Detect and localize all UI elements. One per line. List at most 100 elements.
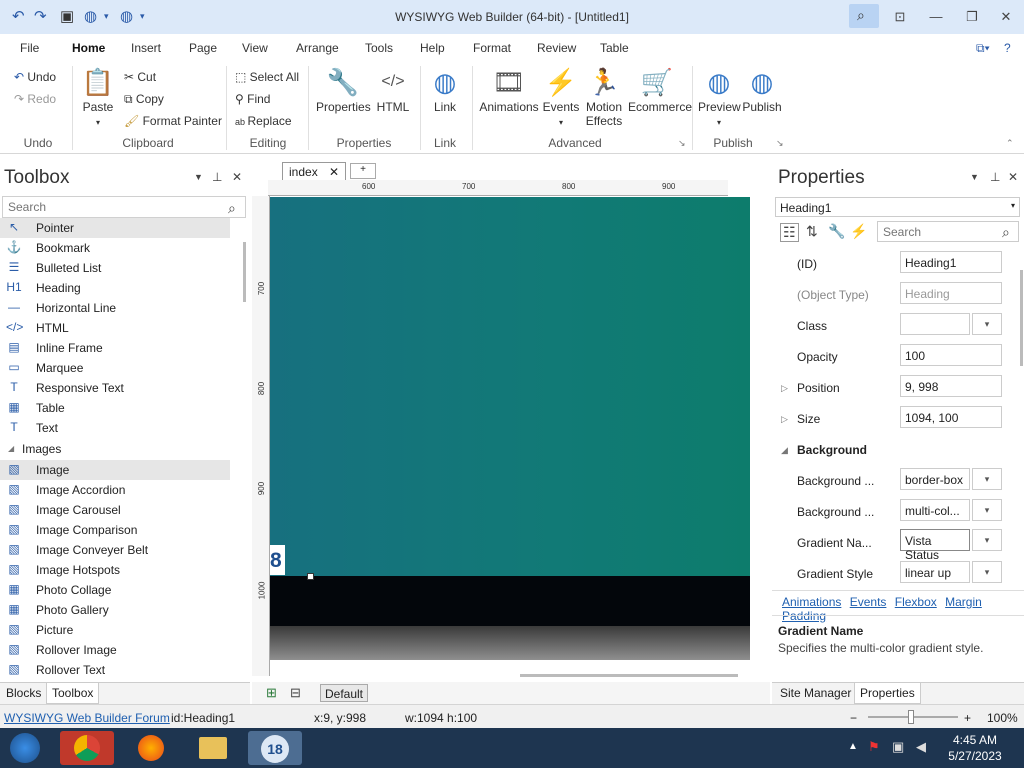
firefox-taskbar-button[interactable] xyxy=(124,731,178,765)
toolbox-item[interactable]: ▧ Rollover Image xyxy=(0,640,230,660)
toolbox-item[interactable]: </> HTML xyxy=(0,318,230,338)
format-painter-button[interactable]: 🖌 Format Painter xyxy=(124,114,222,128)
tab-index[interactable]: index ✕ xyxy=(282,162,346,180)
default-breakpoint-button[interactable]: Default xyxy=(320,684,368,702)
properties-scrollbar[interactable] xyxy=(1020,270,1023,366)
menu-tools[interactable]: Tools xyxy=(365,41,393,55)
breakpoint-settings-icon[interactable]: ⊟ xyxy=(290,685,301,701)
pin-icon[interactable]: ⊥ xyxy=(990,170,1000,184)
prop-class-field[interactable] xyxy=(900,313,970,335)
close-icon[interactable]: ✕ xyxy=(232,170,242,184)
chevron-down-icon[interactable]: ▼ xyxy=(970,172,979,182)
html-button[interactable]: </> HTML xyxy=(376,66,410,114)
maximize-button[interactable]: ❐ xyxy=(962,9,982,25)
add-page-button[interactable]: + xyxy=(350,163,376,179)
pin-icon[interactable]: ⊥ xyxy=(212,170,222,184)
add-breakpoint-icon[interactable]: ⊞ xyxy=(266,685,277,701)
collapse-images-icon[interactable]: ◢ xyxy=(8,444,14,453)
toolbox-item[interactable]: T Text xyxy=(0,418,230,438)
events-button[interactable]: ⚡ Events ▾ xyxy=(542,66,580,128)
close-icon[interactable]: ✕ xyxy=(329,165,339,179)
menu-format[interactable]: Format xyxy=(473,41,511,55)
prop-background-type-field[interactable]: multi-col... xyxy=(900,499,970,521)
menu-page[interactable]: Page xyxy=(189,41,217,55)
toolbox-item[interactable]: ▦ Photo Gallery xyxy=(0,600,230,620)
page-canvas[interactable]: 8 xyxy=(270,197,750,660)
wrench-icon[interactable]: 🔧 xyxy=(828,223,845,240)
toolbox-item[interactable]: — Horizontal Line xyxy=(0,298,230,318)
start-button[interactable] xyxy=(2,731,48,765)
zoom-out-button[interactable]: − xyxy=(850,711,857,725)
menu-table[interactable]: Table xyxy=(600,41,629,55)
menu-view[interactable]: View xyxy=(242,41,268,55)
toolbox-item[interactable]: ▧ Image Accordion xyxy=(0,480,230,500)
properties-search-input[interactable] xyxy=(877,221,1019,242)
heading1-element[interactable] xyxy=(270,576,750,626)
toolbox-item[interactable]: T Responsive Text xyxy=(0,378,230,398)
close-icon[interactable]: ✕ xyxy=(1008,170,1018,184)
explorer-taskbar-button[interactable] xyxy=(186,731,240,765)
select-all-button[interactable]: ⬚ Select All xyxy=(235,70,299,84)
network-icon[interactable]: ⚑ xyxy=(868,739,880,755)
toolbox-item[interactable]: ⚓ Bookmark xyxy=(0,238,230,258)
lightning-icon[interactable]: ⚡ xyxy=(850,223,867,240)
animations-button[interactable]: 🎞 Animations xyxy=(478,66,540,114)
dialog-launcher-icon[interactable]: ↘ xyxy=(776,138,784,149)
menu-insert[interactable]: Insert xyxy=(131,41,161,55)
webbuilder-taskbar-button[interactable]: 18 xyxy=(248,731,302,765)
link-animations[interactable]: Animations xyxy=(782,595,841,609)
expand-position-icon[interactable]: ▷ xyxy=(781,383,788,394)
tray-expand-icon[interactable]: ▲ xyxy=(848,741,858,752)
prop-position-field[interactable]: 9, 998 xyxy=(900,375,1002,397)
link-events[interactable]: Events xyxy=(850,595,887,609)
layout-icon[interactable]: ⧉▾ xyxy=(976,41,990,56)
help-icon[interactable]: ? xyxy=(1004,41,1011,55)
close-button[interactable]: ✕ xyxy=(996,9,1016,25)
chrome-taskbar-button[interactable] xyxy=(60,731,114,765)
toolbox-item[interactable]: ▧ Picture xyxy=(0,620,230,640)
collapse-ribbon-icon[interactable]: ⌃ xyxy=(1006,138,1014,149)
tab-site-manager[interactable]: Site Manager xyxy=(780,686,851,700)
toolbox-item[interactable]: ▧ Image Hotspots xyxy=(0,560,230,580)
volume-icon[interactable]: ◀ xyxy=(916,739,926,755)
zoom-slider-thumb[interactable] xyxy=(908,710,914,724)
tab-blocks[interactable]: Blocks xyxy=(6,686,41,700)
redo-button[interactable]: ↷ Redo xyxy=(14,92,56,106)
system-clock[interactable]: 4:45 AM 5/27/2023 xyxy=(940,732,1010,764)
cut-button[interactable]: ✂ Cut xyxy=(124,70,156,84)
tab-properties[interactable]: Properties xyxy=(854,683,921,704)
menu-home[interactable]: Home xyxy=(72,41,105,55)
toolbox-item[interactable]: ↖ Pointer xyxy=(0,218,230,238)
action-center-icon[interactable]: ▣ xyxy=(892,739,904,755)
menu-arrange[interactable]: Arrange xyxy=(296,41,339,55)
zoom-in-button[interactable]: + xyxy=(964,711,971,725)
properties-button[interactable]: 🔧 Properties xyxy=(316,66,371,114)
publish-button[interactable]: ◍ Publish xyxy=(740,66,784,114)
paste-button[interactable]: 📋 Paste ▾ xyxy=(80,66,116,128)
dialog-launcher-icon[interactable]: ↘ xyxy=(678,138,686,149)
toolbox-search-input[interactable] xyxy=(2,196,246,218)
toolbox-item[interactable]: ▧ Image xyxy=(0,460,230,480)
search-button[interactable]: ⌕ xyxy=(849,4,879,28)
collapse-background-icon[interactable]: ◢ xyxy=(781,445,788,456)
prop-size-field[interactable]: 1094, 100 xyxy=(900,406,1002,428)
link-margin[interactable]: Margin xyxy=(945,595,982,609)
chevron-down-icon[interactable]: ▼ xyxy=(194,172,203,182)
toolbox-item[interactable]: H1 Heading xyxy=(0,278,230,298)
toolbox-item[interactable]: ▧ Image Comparison xyxy=(0,520,230,540)
toolbox-item[interactable]: ☰ Bulleted List xyxy=(0,258,230,278)
object-selector[interactable]: Heading1 ▾ xyxy=(775,197,1020,217)
replace-button[interactable]: ab Replace xyxy=(235,114,292,128)
gradient-name-dropdown[interactable]: ▾ xyxy=(972,529,1002,551)
background-clip-dropdown[interactable]: ▾ xyxy=(972,468,1002,490)
toolbox-item[interactable]: ▤ Inline Frame xyxy=(0,338,230,358)
prop-gradient-name-field[interactable]: Vista Status xyxy=(900,529,970,562)
restore-ribbon-icon[interactable]: ⊡ xyxy=(890,9,910,25)
gradient-style-dropdown[interactable]: ▾ xyxy=(972,561,1002,583)
link-button[interactable]: ◍ Link xyxy=(428,66,462,114)
class-dropdown-button[interactable]: ▾ xyxy=(972,313,1002,335)
menu-review[interactable]: Review xyxy=(537,41,576,55)
toolbox-item[interactable]: ▧ Image Conveyer Belt xyxy=(0,540,230,560)
footer-gradient[interactable] xyxy=(270,626,750,660)
forum-link[interactable]: WYSIWYG Web Builder Forum xyxy=(4,711,170,725)
